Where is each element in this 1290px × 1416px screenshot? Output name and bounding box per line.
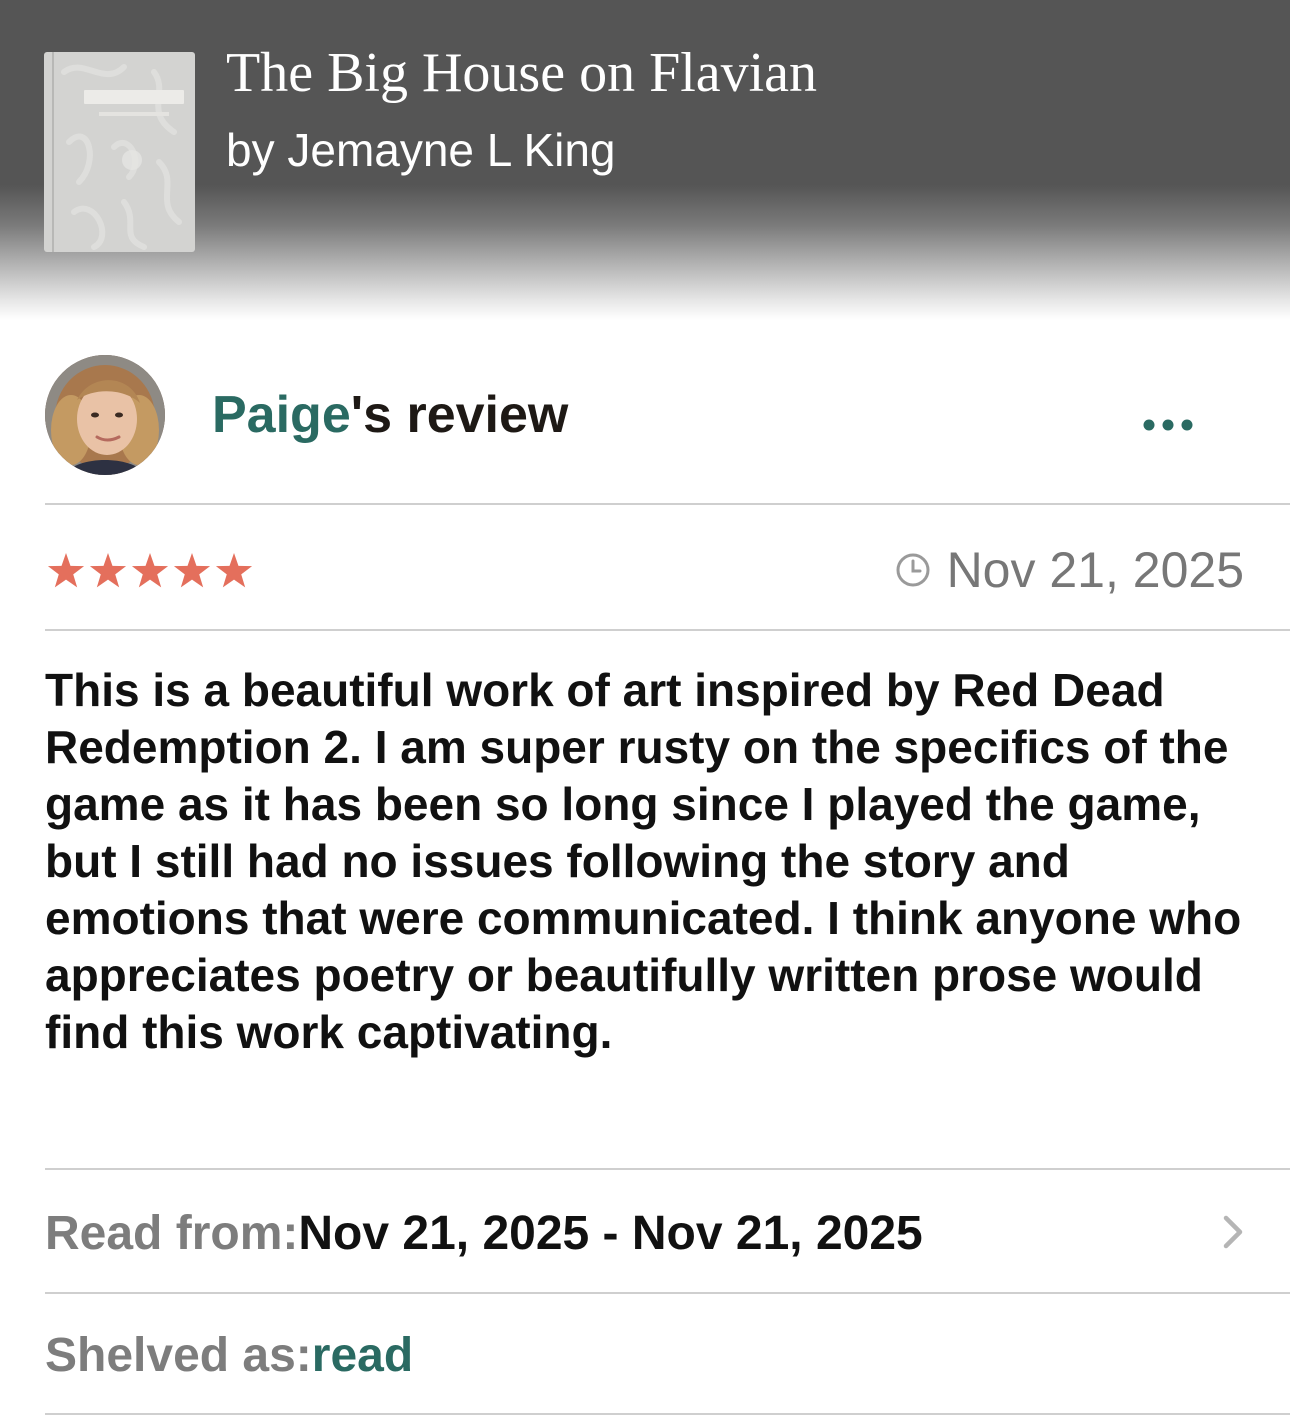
star-icon — [89, 553, 127, 588]
cover-label-line — [99, 112, 169, 116]
cover-pattern — [61, 64, 182, 250]
star-icon — [215, 553, 253, 588]
book-author[interactable]: by Jemayne L King — [226, 122, 616, 178]
divider — [45, 629, 1290, 631]
star-icon — [47, 553, 85, 588]
review-date: Nov 21, 2025 — [895, 540, 1244, 600]
book-cover-image[interactable] — [44, 52, 195, 252]
reviewer-name-link[interactable]: Paige — [212, 386, 351, 444]
star-icon — [173, 553, 211, 588]
clock-icon — [896, 553, 930, 587]
divider — [45, 1413, 1290, 1415]
read-dates-row[interactable]: Read from: Nov 21, 2025 - Nov 21, 2025 — [45, 1200, 1245, 1266]
divider — [45, 1292, 1290, 1294]
avatar-photo — [45, 355, 165, 475]
cover-label — [84, 90, 184, 104]
divider — [45, 503, 1290, 505]
star-icon — [131, 553, 169, 588]
divider — [45, 1168, 1290, 1170]
shelf-row: Shelved as: read — [45, 1322, 413, 1388]
book-header: The Big House on Flavian by Jemayne L Ki… — [0, 0, 1290, 320]
shelved-as-label: Shelved as: — [45, 1328, 312, 1382]
review-date-text: Nov 21, 2025 — [946, 542, 1244, 598]
read-from-label: Read from: — [45, 1206, 299, 1260]
read-dates-value: Nov 21, 2025 - Nov 21, 2025 — [298, 1206, 923, 1260]
more-options-button[interactable] — [1128, 405, 1208, 445]
shelf-link[interactable]: read — [312, 1328, 413, 1383]
cover-spine — [52, 52, 54, 252]
book-title[interactable]: The Big House on Flavian — [226, 40, 817, 106]
review-text: This is a beautiful work of art inspired… — [45, 664, 1242, 1058]
star-rating — [45, 540, 255, 600]
more-horizontal-icon — [1143, 419, 1193, 431]
chevron-right-icon[interactable] — [1218, 1212, 1248, 1252]
review-heading: Paige's review — [212, 385, 568, 445]
review-heading-suffix: 's review — [350, 386, 569, 444]
avatar[interactable] — [45, 355, 165, 475]
